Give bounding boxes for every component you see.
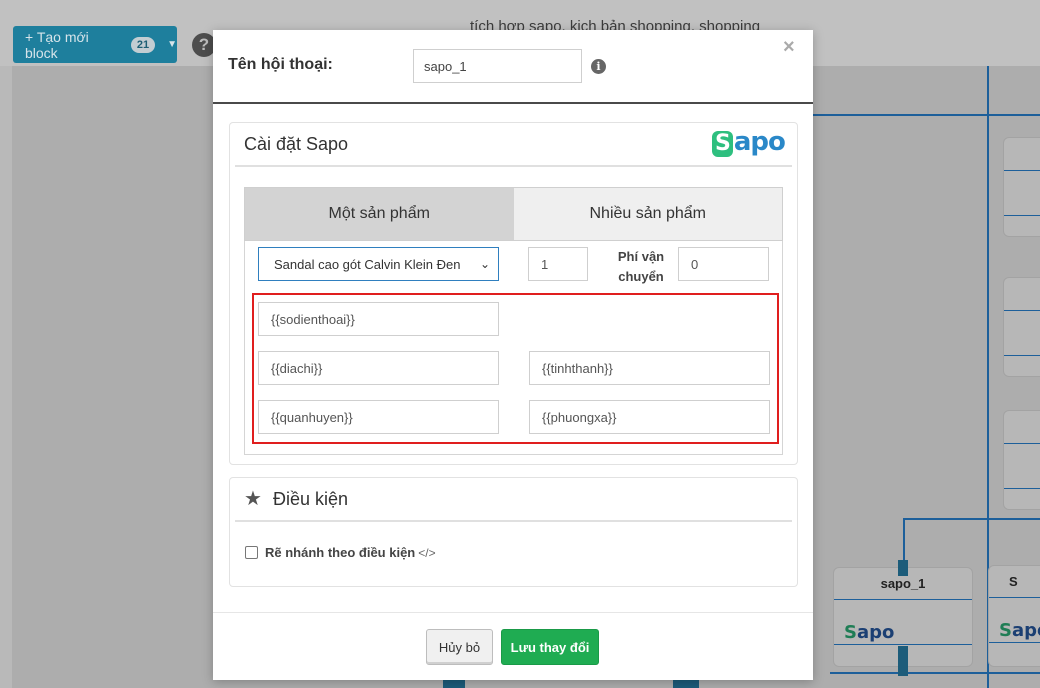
flow-node-card[interactable] [1003, 137, 1040, 237]
tab-multiple-products[interactable]: Nhiều sản phẩm [513, 188, 782, 240]
conversation-name-label: Tên hội thoại: [228, 56, 333, 73]
phone-value: {{sodienthoai}} [271, 311, 355, 327]
code-icon: </> [418, 546, 436, 560]
sapo-section-title: Cài đặt Sapo [244, 134, 349, 154]
cancel-button[interactable]: Hủy bỏ [426, 629, 493, 665]
node-port[interactable] [673, 680, 699, 688]
product-mode-tabs: Một sản phẩm Nhiều sản phẩm [244, 187, 783, 241]
create-block-label: + Tạo mới block [25, 28, 89, 61]
address-input[interactable]: {{diachi}} [258, 351, 499, 385]
section-divider [235, 165, 792, 167]
flow-connector [813, 114, 1040, 116]
city-input[interactable]: {{tinhthanh}} [529, 351, 770, 385]
node-port[interactable] [898, 560, 908, 576]
phone-input[interactable]: {{sodienthoai}} [258, 302, 499, 336]
block-count-badge: 21 [130, 36, 156, 53]
sapo-logo-icon: Sapo [999, 620, 1040, 641]
district-input[interactable]: {{quanhuyen}} [258, 400, 499, 434]
conversation-name-input[interactable]: sapo_1 [413, 49, 582, 83]
ward-value: {{phuongxa}} [542, 409, 617, 425]
quantity-input[interactable]: 1 [528, 247, 588, 281]
node-port[interactable] [898, 646, 908, 676]
city-value: {{tinhthanh}} [542, 360, 613, 376]
sapo-settings-dialog: Tên hội thoại: sapo_1 i × Cài đặt Sapo S… [213, 30, 813, 680]
star-icon: ★ [244, 488, 262, 510]
node-port[interactable] [443, 680, 465, 688]
info-icon[interactable]: i [591, 59, 606, 74]
chevron-down-icon[interactable]: ▼ [167, 39, 177, 50]
chevron-down-icon: ⌄ [479, 257, 490, 271]
tab-single-product[interactable]: Một sản phẩm [245, 188, 514, 240]
node-title: S [1009, 574, 1018, 589]
close-icon[interactable]: × [783, 36, 795, 59]
condition-section-title: Điều kiện [273, 489, 349, 509]
flow-node-card[interactable] [1003, 410, 1040, 510]
shipping-fee-input[interactable]: 0 [678, 247, 769, 281]
section-divider [235, 520, 792, 522]
flow-connector [903, 518, 1040, 520]
branch-condition-checkbox[interactable] [245, 546, 258, 559]
flow-node-card[interactable]: S Sapo [988, 565, 1040, 667]
sapo-settings-panel: Cài đặt Sapo Sapo Một sản phẩm Nhiều sản… [229, 122, 798, 465]
shipping-fee-value: 0 [691, 256, 699, 272]
flow-connector [903, 518, 905, 564]
address-value: {{diachi}} [271, 360, 323, 376]
district-value: {{quanhuyen}} [271, 409, 353, 425]
condition-panel: ★ Điều kiện Rẽ nhánh theo điều kiện </> [229, 477, 798, 587]
product-select[interactable]: Sandal cao gót Calvin Klein Đen ⌄ [258, 247, 499, 281]
flow-connector [830, 672, 1040, 674]
sapo-logo-icon: Sapo [844, 622, 895, 643]
dialog-footer: Hủy bỏ Lưu thay đổi [213, 612, 813, 680]
quantity-value: 1 [541, 256, 549, 272]
dialog-header: Tên hội thoại: sapo_1 i × [213, 30, 813, 104]
conversation-name-value: sapo_1 [424, 58, 467, 74]
shipping-fee-label: Phí vận chuyển [617, 249, 665, 284]
save-button[interactable]: Lưu thay đổi [501, 629, 599, 665]
ward-input[interactable]: {{phuongxa}} [529, 400, 770, 434]
sapo-logo-icon: Sapo [712, 127, 786, 157]
flow-node-card[interactable] [1003, 277, 1040, 377]
create-block-button[interactable]: + Tạo mới block 21 ▼ [13, 26, 177, 63]
branch-condition-label[interactable]: Rẽ nhánh theo điều kiện </> [265, 545, 436, 560]
product-select-value: Sandal cao gót Calvin Klein Đen [274, 256, 461, 272]
